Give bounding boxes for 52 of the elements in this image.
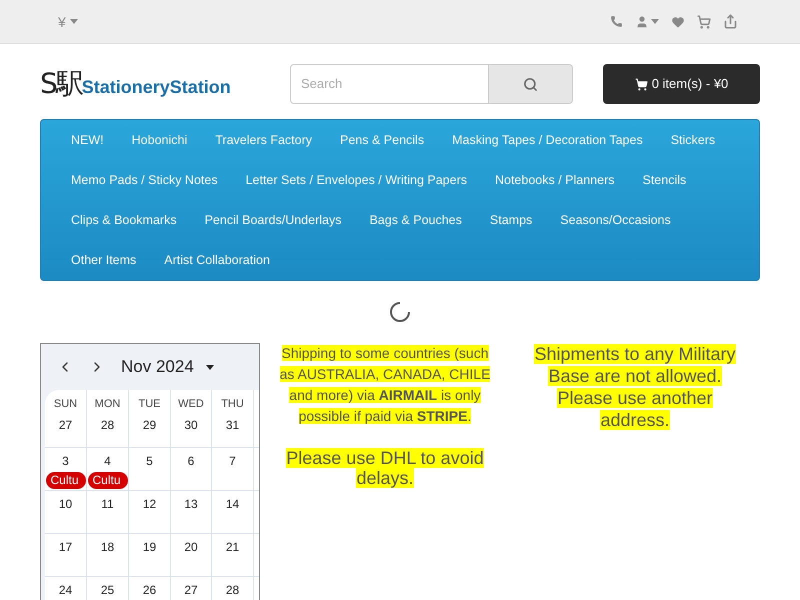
day-number[interactable]: 31 — [226, 416, 240, 434]
day-number[interactable]: 14 — [226, 495, 240, 513]
loading-spinner-icon — [389, 301, 411, 323]
search-field[interactable]: Search — [290, 64, 489, 104]
day-number[interactable]: 30 — [184, 416, 198, 434]
menu-link[interactable]: Artist Collaboration — [150, 240, 284, 280]
month-dropdown[interactable]: Nov 2024 — [121, 354, 214, 380]
caret-icon — [206, 364, 214, 370]
military-notice: Shipments to any Military Base are not allowed. Please use another address. — [533, 343, 737, 432]
caret-icon — [70, 19, 78, 24]
day-number[interactable]: 3 — [62, 452, 69, 470]
weekday-label: MON — [94, 397, 120, 412]
day-number[interactable]: 29 — [142, 416, 156, 434]
day-number[interactable]: 7 — [229, 452, 236, 470]
dhl-notice: Please use DHL to avoid delays. — [285, 448, 485, 488]
day-number[interactable]: 27 — [184, 581, 198, 599]
day-number[interactable]: 4 — [104, 452, 111, 470]
shipping-notice: Shipping to some countries (such as AUSTRALIA, CANADA, CHILE and more) via AIRMAIL is only possible if paid via STRIPE. — [278, 344, 492, 426]
weekday-label: THU — [221, 397, 244, 412]
caret-icon — [651, 19, 659, 24]
day-number[interactable]: 17 — [58, 538, 72, 556]
day-number[interactable]: 10 — [58, 495, 72, 513]
day-number[interactable]: 13 — [184, 495, 198, 513]
cart-button[interactable]: 0 item(s) - ¥0 — [603, 64, 760, 104]
day-number[interactable]: 25 — [100, 581, 114, 599]
weekday-label: SUN — [54, 397, 78, 412]
day-number[interactable]: 28 — [226, 581, 240, 599]
weekday-label: TUE — [138, 397, 160, 412]
menu-link[interactable]: Other Items — [57, 240, 150, 280]
cart-icon[interactable] — [697, 14, 711, 28]
logo[interactable]: S駅StationeryStation — [40, 70, 290, 98]
day-number[interactable]: 19 — [142, 538, 156, 556]
day-number[interactable]: 28 — [100, 416, 114, 434]
day-number[interactable]: 24 — [58, 581, 72, 599]
day-number[interactable]: 26 — [142, 581, 156, 599]
day-number[interactable]: 20 — [184, 538, 198, 556]
day-number[interactable]: 6 — [188, 452, 194, 470]
phone-icon[interactable] — [610, 15, 623, 28]
account-icon[interactable] — [635, 14, 649, 28]
weekday-label: WED — [178, 397, 204, 412]
day-number[interactable]: 5 — [146, 452, 153, 470]
day-number[interactable]: 27 — [58, 416, 72, 434]
cart-icon — [634, 78, 648, 90]
search-icon — [523, 76, 538, 92]
wishlist-icon[interactable] — [671, 14, 685, 28]
day-number[interactable]: 12 — [142, 495, 156, 513]
day-number[interactable]: 18 — [100, 538, 114, 556]
day-number[interactable]: 21 — [226, 538, 240, 556]
calendar-event[interactable]: Cultu — [46, 472, 86, 489]
day-number[interactable]: 11 — [101, 495, 114, 513]
share-icon[interactable] — [723, 14, 738, 29]
calendar-event[interactable]: Cultu — [88, 472, 128, 489]
